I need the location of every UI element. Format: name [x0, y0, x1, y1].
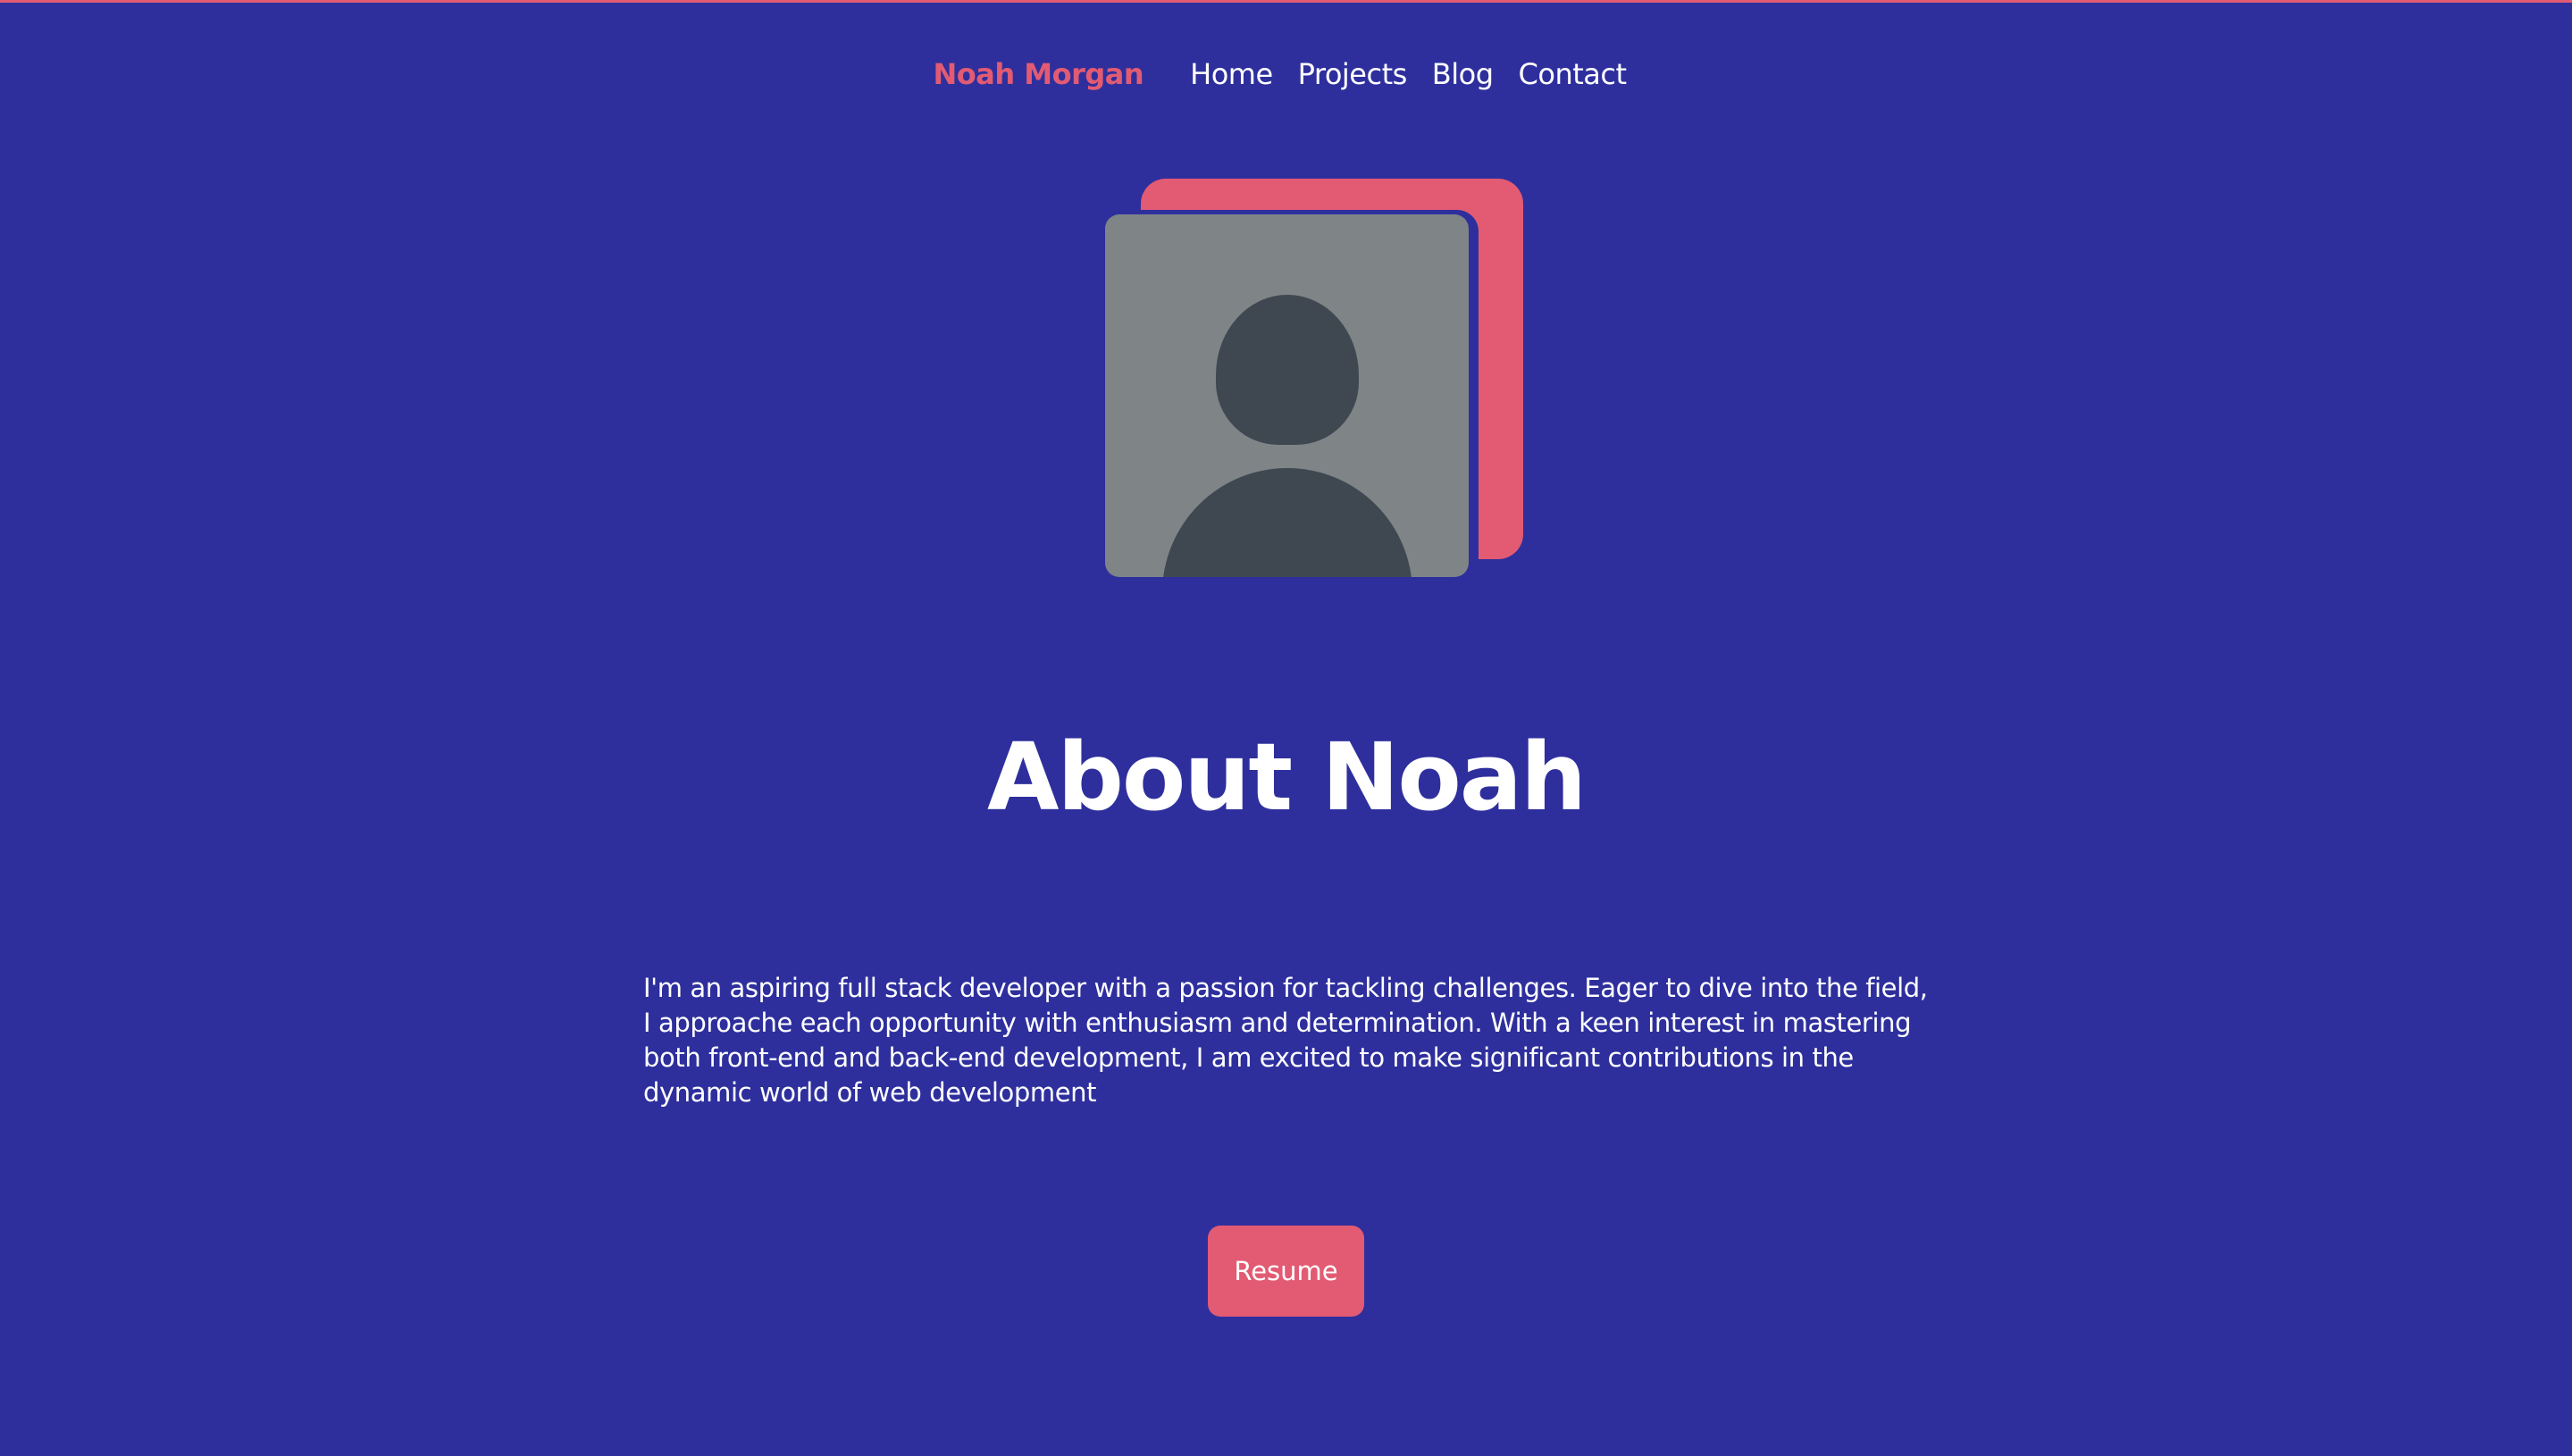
resume-button[interactable]: Resume: [1208, 1226, 1364, 1317]
navbar: Noah Morgan Home Projects Blog Contact: [0, 52, 2572, 96]
user-placeholder-icon: [1105, 214, 1469, 577]
profile-avatar: [1105, 179, 1523, 579]
about-description: I'm an aspiring full stack developer wit…: [643, 973, 1928, 1108]
avatar-head-shape: [1216, 295, 1359, 445]
nav-link-home[interactable]: Home: [1190, 52, 1273, 96]
nav-link-contact[interactable]: Contact: [1519, 52, 1628, 96]
page-title: About Noah: [986, 723, 1587, 832]
top-border: [0, 0, 2572, 3]
avatar-body-shape: [1162, 468, 1412, 577]
nav-link-projects[interactable]: Projects: [1298, 52, 1408, 96]
nav-link-blog[interactable]: Blog: [1432, 52, 1494, 96]
brand-link[interactable]: Noah Morgan: [933, 52, 1144, 96]
